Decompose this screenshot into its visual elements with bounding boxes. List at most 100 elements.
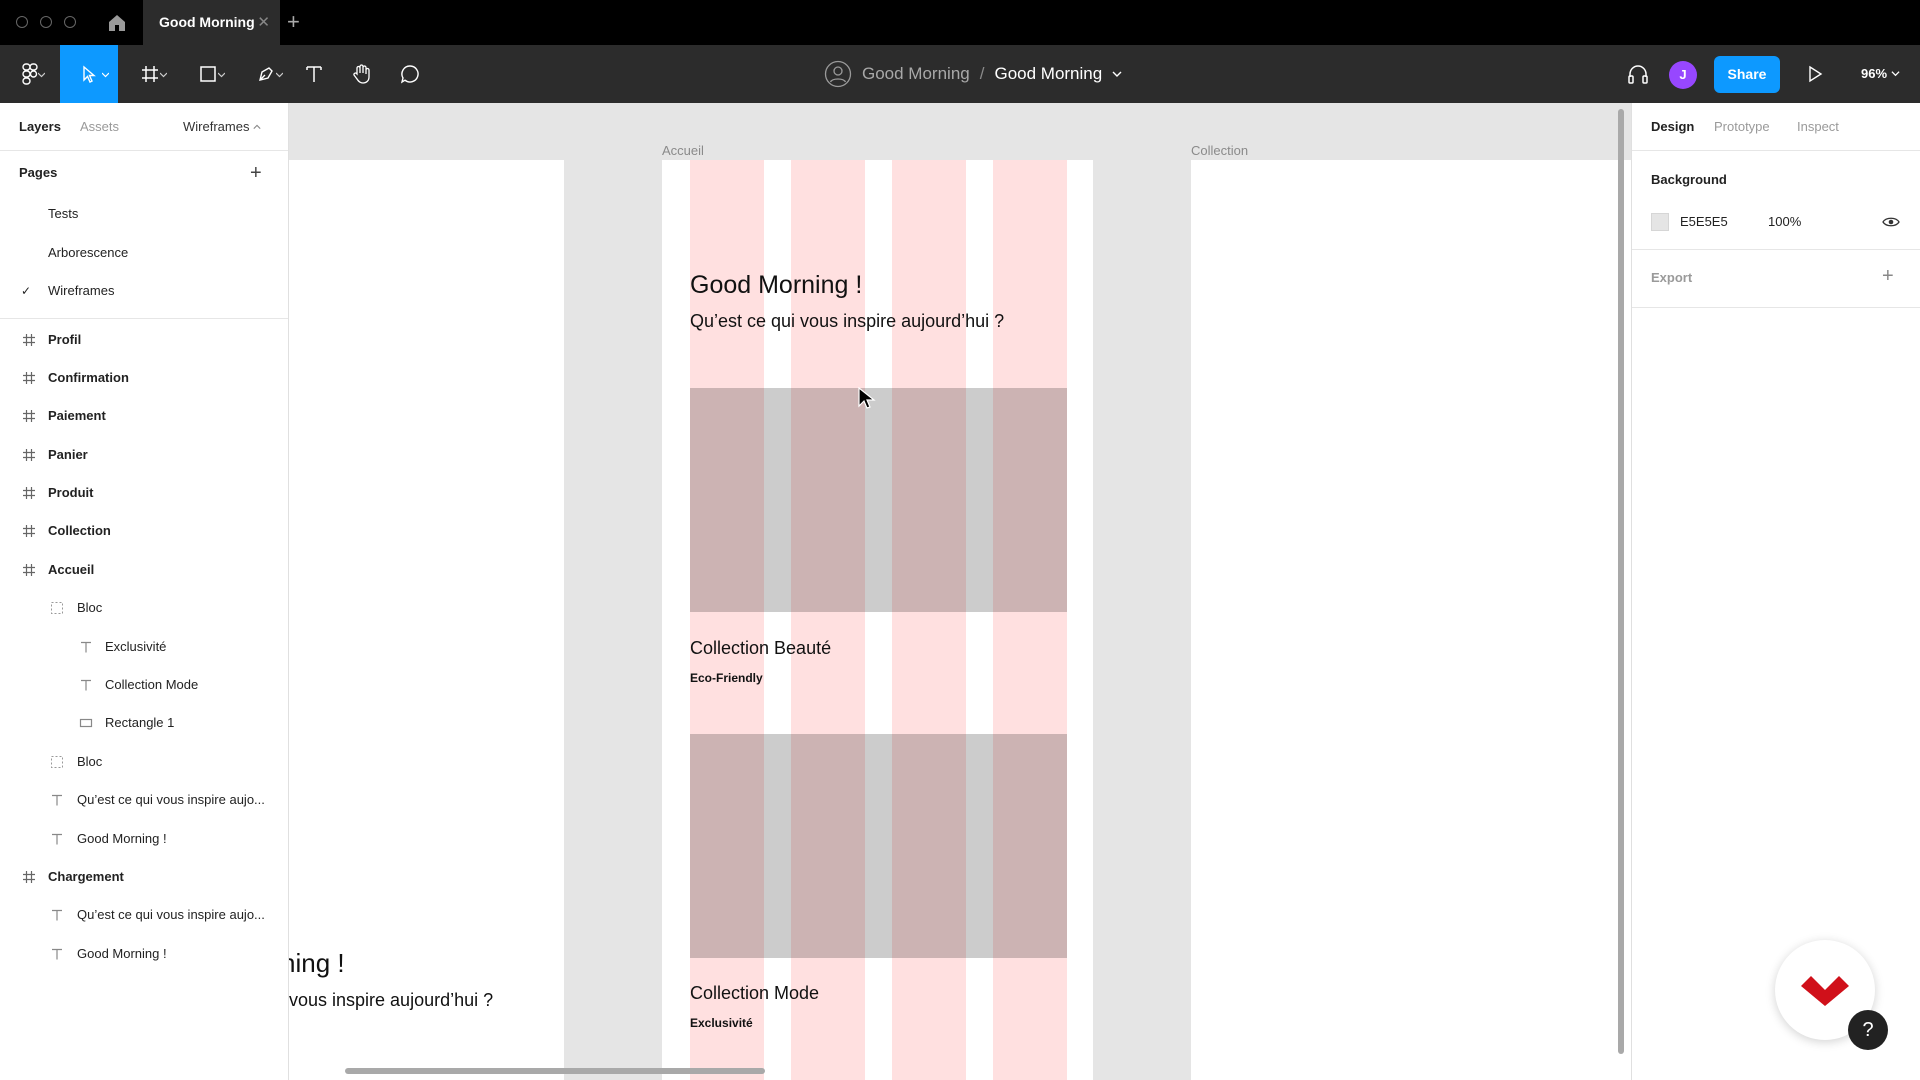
accueil-heading[interactable]: Good Morning ! (690, 271, 862, 300)
layer-row[interactable]: Qu’est ce qui vous inspire aujo... (0, 896, 288, 934)
layer-row[interactable]: Accueil (0, 551, 288, 589)
image-placeholder-rectangle[interactable] (690, 734, 1067, 958)
properties-panel: Design Prototype Inspect Background E5E5… (1631, 103, 1920, 1080)
page-label: Tests (48, 206, 79, 221)
layer-row[interactable]: Paiement (0, 397, 288, 435)
layer-row[interactable]: Bloc (0, 743, 288, 781)
chevron-down-icon[interactable] (1112, 69, 1122, 79)
hand-icon (353, 64, 370, 84)
page-item-arborescence[interactable]: Arborescence (0, 234, 288, 273)
red-logo-icon (1801, 976, 1849, 1006)
frame-hash-icon (142, 66, 158, 82)
figma-logo-icon (22, 63, 38, 85)
frame-collection[interactable] (1191, 160, 1631, 1080)
close-tab-icon[interactable]: ✕ (257, 0, 270, 45)
hand-tool-button[interactable] (344, 45, 380, 103)
layer-label: Qu’est ce qui vous inspire aujo... (77, 907, 265, 923)
layer-row[interactable]: Collection Mode (0, 666, 288, 704)
pen-tool-button[interactable] (244, 45, 288, 103)
share-button[interactable]: Share (1714, 56, 1780, 93)
layer-label: Bloc (77, 600, 103, 616)
comment-tool-button[interactable] (392, 45, 428, 103)
design-canvas[interactable]: ning ! vous inspire aujourd’hui ? Accuei… (289, 103, 1631, 1080)
card-title-mode[interactable]: Collection Mode (690, 983, 819, 1004)
group-dashed-icon (51, 755, 63, 768)
play-present-icon[interactable] (1806, 65, 1824, 83)
home-icon[interactable] (106, 12, 128, 34)
page-label: Arborescence (48, 244, 129, 260)
main-menu-button[interactable] (8, 45, 52, 103)
card-tag-exclusivite[interactable]: Exclusivité (690, 1016, 753, 1030)
page-item-wireframes[interactable]: ✓ Wireframes (0, 272, 288, 311)
eye-visibility-icon[interactable] (1882, 215, 1900, 229)
tab-inspect[interactable]: Inspect (1797, 119, 1839, 134)
frame-hash-icon (23, 371, 35, 384)
page-selector[interactable]: Wireframes (183, 119, 261, 134)
user-avatar[interactable]: J (1669, 61, 1697, 89)
layer-label: Profil (48, 331, 82, 347)
file-tab[interactable]: Good Morning ✕ (143, 0, 280, 45)
frame-label-accueil[interactable]: Accueil (662, 143, 704, 158)
headphones-icon[interactable] (1626, 62, 1650, 86)
add-page-icon[interactable]: + (250, 162, 262, 185)
export-section: Export + (1632, 250, 1920, 308)
layer-row[interactable]: Qu’est ce qui vous inspire aujo... (0, 781, 288, 819)
frame-chargement[interactable] (289, 160, 564, 1080)
new-tab-icon[interactable]: + (287, 9, 300, 35)
window-minimize-control[interactable] (40, 16, 52, 28)
layer-row[interactable]: Bloc (0, 589, 288, 627)
accueil-subheading[interactable]: Qu’est ce qui vous inspire aujourd’hui ? (690, 311, 1004, 332)
layer-label: Collection (48, 523, 111, 539)
layer-row[interactable]: Rectangle 1 (0, 704, 288, 742)
layer-row[interactable]: Chargement (0, 858, 288, 896)
text-layer-icon (81, 679, 91, 691)
window-close-control[interactable] (16, 16, 28, 28)
layer-label: Bloc (77, 753, 103, 769)
layer-row[interactable]: Profil (0, 321, 288, 359)
file-tab-title: Good Morning (159, 14, 255, 30)
vertical-scrollbar[interactable] (1618, 109, 1624, 1054)
chevron-down-icon (1891, 71, 1900, 77)
layer-row[interactable]: Confirmation (0, 359, 288, 397)
layer-row[interactable]: Good Morning ! (0, 820, 288, 858)
background-color-swatch[interactable] (1651, 213, 1669, 231)
layer-list: Profil Confirmation Paiement Panier Produit C… (0, 319, 288, 974)
card-tag-eco[interactable]: Eco-Friendly (690, 671, 763, 685)
background-opacity-input[interactable]: 100% (1768, 214, 1801, 229)
page-item-tests[interactable]: Tests (0, 195, 288, 234)
breadcrumb-project[interactable]: Good Morning (862, 64, 970, 84)
layer-row[interactable]: Produit (0, 474, 288, 512)
text-layer-icon (52, 795, 62, 806)
zoom-level: 96% (1861, 66, 1888, 81)
tab-assets[interactable]: Assets (80, 119, 119, 134)
frame-label-collection[interactable]: Collection (1191, 143, 1248, 158)
zoom-menu[interactable]: 96% (1861, 45, 1900, 103)
background-hex-input[interactable]: E5E5E5 (1680, 214, 1728, 229)
card-title-beaute[interactable]: Collection Beauté (690, 638, 831, 659)
tab-layers[interactable]: Layers (19, 119, 61, 134)
rectangle-icon (79, 719, 93, 728)
rectangle-icon (200, 66, 216, 82)
help-button[interactable]: ? (1848, 1010, 1888, 1050)
frame-hash-icon (23, 870, 35, 883)
breadcrumb-file[interactable]: Good Morning (994, 64, 1102, 84)
layer-label: Collection Mode (105, 677, 199, 693)
tab-prototype[interactable]: Prototype (1714, 119, 1770, 134)
shape-tool-button[interactable] (186, 45, 230, 103)
layer-row[interactable]: Panier (0, 436, 288, 474)
frame-tool-button[interactable] (128, 45, 172, 103)
tab-design[interactable]: Design (1651, 119, 1694, 134)
text-tool-button[interactable] (296, 45, 332, 103)
horizontal-scrollbar[interactable] (345, 1068, 765, 1074)
window-zoom-control[interactable] (64, 16, 76, 28)
move-tool-button[interactable] (60, 45, 118, 103)
add-export-icon[interactable]: + (1882, 265, 1894, 288)
page-label: Wireframes (48, 283, 115, 298)
chevron-down-icon (218, 72, 225, 78)
layer-row[interactable]: Exclusivité (0, 628, 288, 666)
image-placeholder-rectangle[interactable] (690, 388, 1067, 612)
checkmark-icon: ✓ (21, 284, 32, 298)
export-title: Export (1651, 270, 1693, 285)
layer-row[interactable]: Collection (0, 512, 288, 550)
layer-row[interactable]: Good Morning ! (0, 935, 288, 973)
